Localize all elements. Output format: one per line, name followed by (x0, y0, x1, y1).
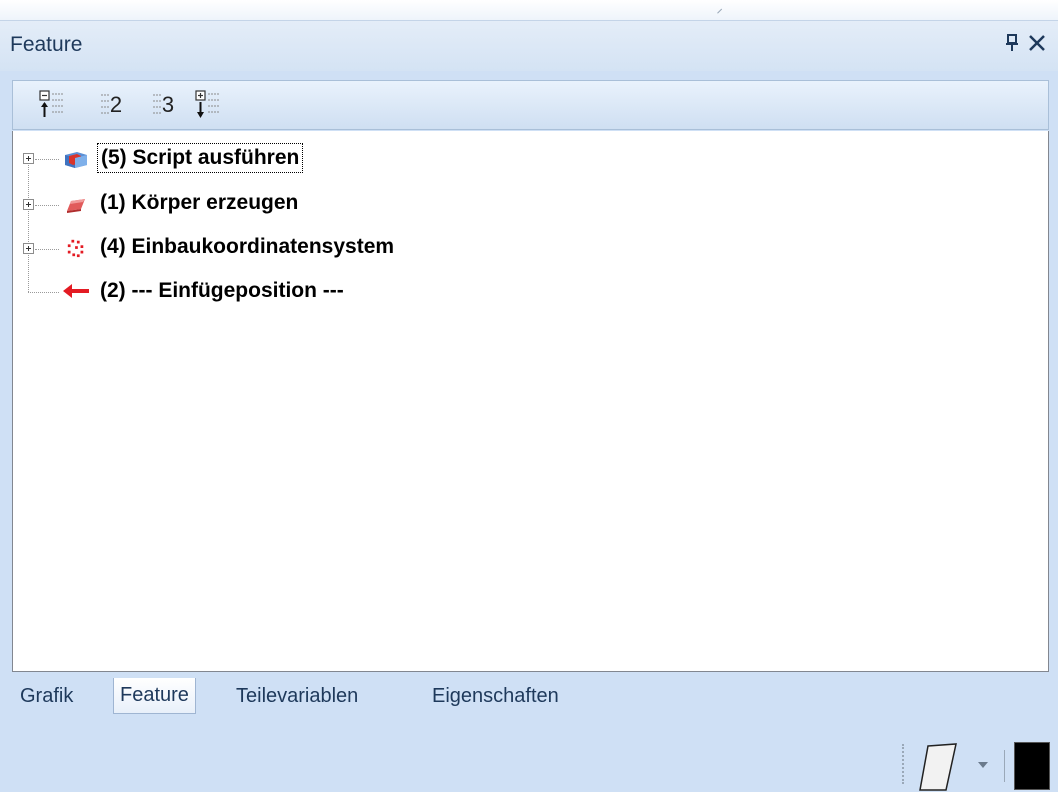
tree-branch-line (35, 159, 59, 160)
feature-toolbar: 2 3 (12, 80, 1049, 130)
tab-eigenschaften[interactable]: Eigenschaften (426, 678, 565, 714)
tree-item-script[interactable]: (5) Script ausführen (13, 139, 713, 179)
collapse-up-button[interactable] (37, 89, 67, 121)
panel-header: Feature (0, 20, 1058, 71)
expand-toggle[interactable] (23, 243, 34, 254)
insert-arrow-icon (63, 284, 89, 298)
color-swatch[interactable] (1014, 742, 1050, 790)
expand-down-icon (195, 90, 220, 118)
tree-item-label: (5) Script ausführen (97, 143, 304, 173)
expand-toggle[interactable] (23, 153, 34, 164)
body-icon (67, 199, 85, 213)
panel-tabs: Grafik Feature Teilevariablen Eigenschaf… (0, 672, 1058, 720)
panel-title: Feature (10, 33, 83, 56)
tree-item-label: (2) --- Einfügeposition --- (100, 279, 344, 302)
tree-item-label: (1) Körper erzeugen (100, 191, 299, 214)
expand-toggle[interactable] (23, 199, 34, 210)
tab-feature[interactable]: Feature (113, 678, 196, 714)
tree-item-label: (4) Einbaukoordinatensystem (100, 235, 395, 258)
pin-icon[interactable] (1003, 33, 1021, 55)
level-icon (100, 94, 109, 114)
tree-item-body[interactable]: (1) Körper erzeugen (13, 185, 713, 225)
level-2-label: 2 (109, 92, 123, 117)
dropdown-arrow-icon[interactable] (976, 760, 990, 770)
tab-teilevariablen[interactable]: Teilevariablen (230, 678, 364, 714)
level-3-button[interactable]: 3 (143, 89, 183, 121)
tree-item-coordinate-system[interactable]: (4) Einbaukoordinatensystem (13, 229, 713, 269)
level-icon (152, 94, 161, 114)
close-icon[interactable] (1025, 31, 1049, 57)
top-strip (0, 0, 1058, 20)
tree-branch-line (28, 292, 59, 293)
script-icon (65, 152, 87, 168)
expand-down-button[interactable] (193, 89, 223, 121)
level-3-label: 3 (161, 92, 175, 117)
toolbar-grip[interactable] (902, 744, 908, 784)
status-bar (0, 720, 1058, 792)
tab-grafik[interactable]: Grafik (14, 678, 79, 714)
level-2-button[interactable]: 2 (91, 89, 131, 121)
tree-branch-line (35, 249, 59, 250)
tree-item-insert-position[interactable]: (2) --- Einfügeposition --- (13, 275, 713, 315)
feature-tree[interactable]: (5) Script ausführen (1) Körper erzeugen… (12, 131, 1049, 672)
splitter-mark (712, 4, 723, 14)
collapse-up-icon (39, 90, 64, 117)
parallelogram-icon[interactable] (916, 742, 964, 792)
toolbar-separator (1004, 750, 1005, 782)
tree-branch-line (35, 205, 59, 206)
coordinate-system-icon (67, 239, 84, 258)
